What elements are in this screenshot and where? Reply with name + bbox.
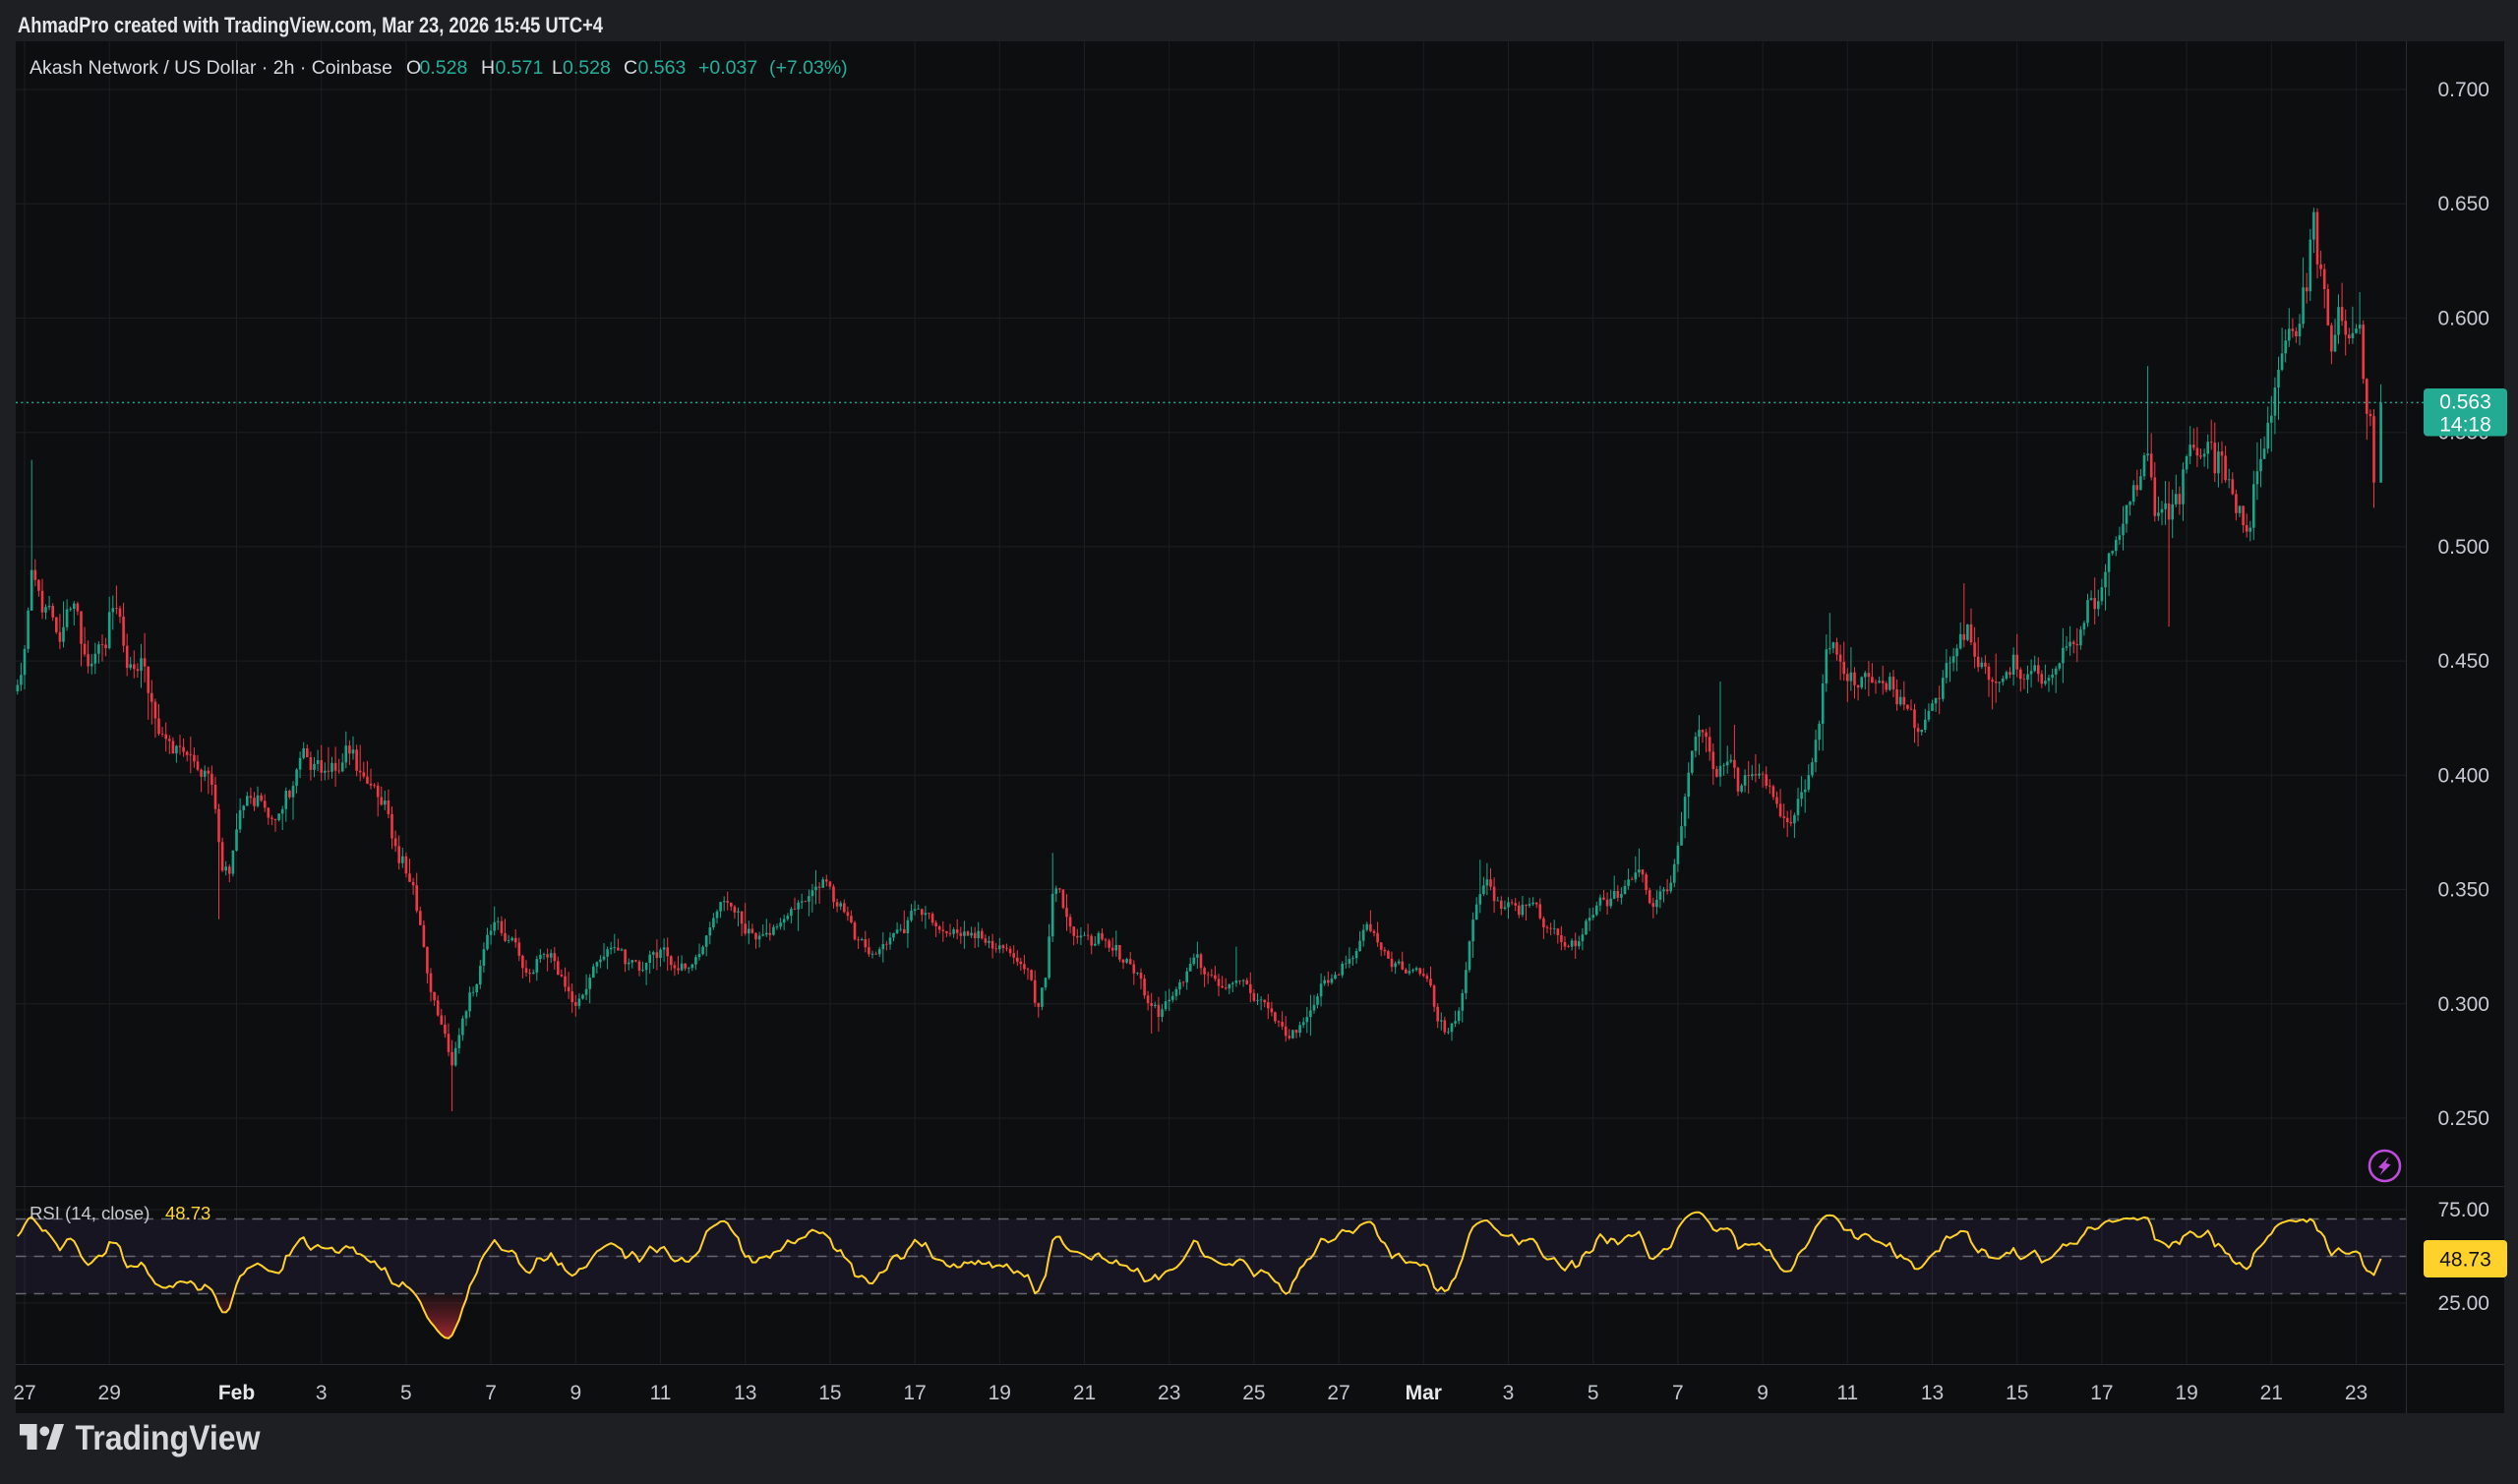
- svg-text:+0.037: +0.037: [698, 57, 757, 79]
- svg-text:0.500: 0.500: [2437, 536, 2489, 559]
- svg-text:0.450: 0.450: [2437, 650, 2489, 673]
- svg-text:13: 13: [1921, 1382, 1944, 1404]
- svg-text:3: 3: [316, 1382, 328, 1404]
- svg-text:25: 25: [1242, 1382, 1265, 1404]
- svg-text:Akash Network / US Dollar · 2h: Akash Network / US Dollar · 2h · Coinbas…: [30, 57, 392, 79]
- svg-text:17: 17: [903, 1382, 926, 1404]
- svg-text:9: 9: [570, 1382, 581, 1404]
- svg-text:0.250: 0.250: [2437, 1107, 2489, 1130]
- svg-text:0.528: 0.528: [420, 57, 468, 79]
- svg-text:27: 27: [1327, 1382, 1349, 1404]
- svg-text:11: 11: [650, 1382, 672, 1404]
- svg-text:0.600: 0.600: [2437, 307, 2489, 329]
- svg-text:29: 29: [98, 1382, 121, 1404]
- svg-text:0.300: 0.300: [2437, 993, 2489, 1016]
- svg-text:0.528: 0.528: [563, 57, 611, 79]
- svg-text:5: 5: [400, 1382, 412, 1404]
- svg-text:5: 5: [1588, 1382, 1599, 1404]
- svg-text:13: 13: [734, 1382, 756, 1404]
- svg-text:0.563: 0.563: [2439, 391, 2491, 414]
- svg-text:3: 3: [1503, 1382, 1515, 1404]
- svg-text:0.571: 0.571: [496, 57, 544, 79]
- svg-text:14:18: 14:18: [2439, 414, 2491, 437]
- svg-text:19: 19: [2175, 1382, 2197, 1404]
- svg-text:L: L: [552, 57, 563, 79]
- svg-text:Feb: Feb: [218, 1382, 255, 1404]
- svg-text:75.00: 75.00: [2437, 1199, 2489, 1221]
- svg-text:15: 15: [818, 1382, 841, 1404]
- svg-text:17: 17: [2090, 1382, 2113, 1404]
- svg-text:7: 7: [1672, 1382, 1684, 1404]
- svg-text:15: 15: [2006, 1382, 2028, 1404]
- svg-text:0.700: 0.700: [2437, 79, 2489, 101]
- svg-text:21: 21: [1073, 1382, 1096, 1404]
- svg-text:TradingView: TradingView: [76, 1419, 262, 1457]
- svg-text:25.00: 25.00: [2437, 1292, 2489, 1315]
- svg-text:RSI: RSI: [30, 1203, 60, 1223]
- svg-text:7: 7: [485, 1382, 497, 1404]
- svg-text:Mar: Mar: [1406, 1382, 1442, 1404]
- svg-text:AhmadPro created with TradingV: AhmadPro created with TradingView.com, M…: [18, 13, 604, 37]
- svg-text:23: 23: [1158, 1382, 1180, 1404]
- svg-text:0.563: 0.563: [638, 57, 687, 79]
- svg-text:48.73: 48.73: [2439, 1249, 2491, 1272]
- svg-text:48.73: 48.73: [165, 1203, 210, 1223]
- svg-text:0.650: 0.650: [2437, 193, 2489, 215]
- svg-text:19: 19: [989, 1382, 1011, 1404]
- svg-text:27: 27: [13, 1382, 35, 1404]
- svg-text:11: 11: [1836, 1382, 1858, 1404]
- svg-text:(+7.03%): (+7.03%): [769, 57, 848, 79]
- svg-text:0.350: 0.350: [2437, 879, 2489, 902]
- svg-text:0.400: 0.400: [2437, 764, 2489, 787]
- svg-text:(14, close): (14, close): [65, 1203, 150, 1223]
- svg-text:H: H: [481, 57, 495, 79]
- svg-text:23: 23: [2345, 1382, 2368, 1404]
- svg-text:21: 21: [2260, 1382, 2283, 1404]
- svg-text:C: C: [624, 57, 637, 79]
- svg-text:9: 9: [1757, 1382, 1769, 1404]
